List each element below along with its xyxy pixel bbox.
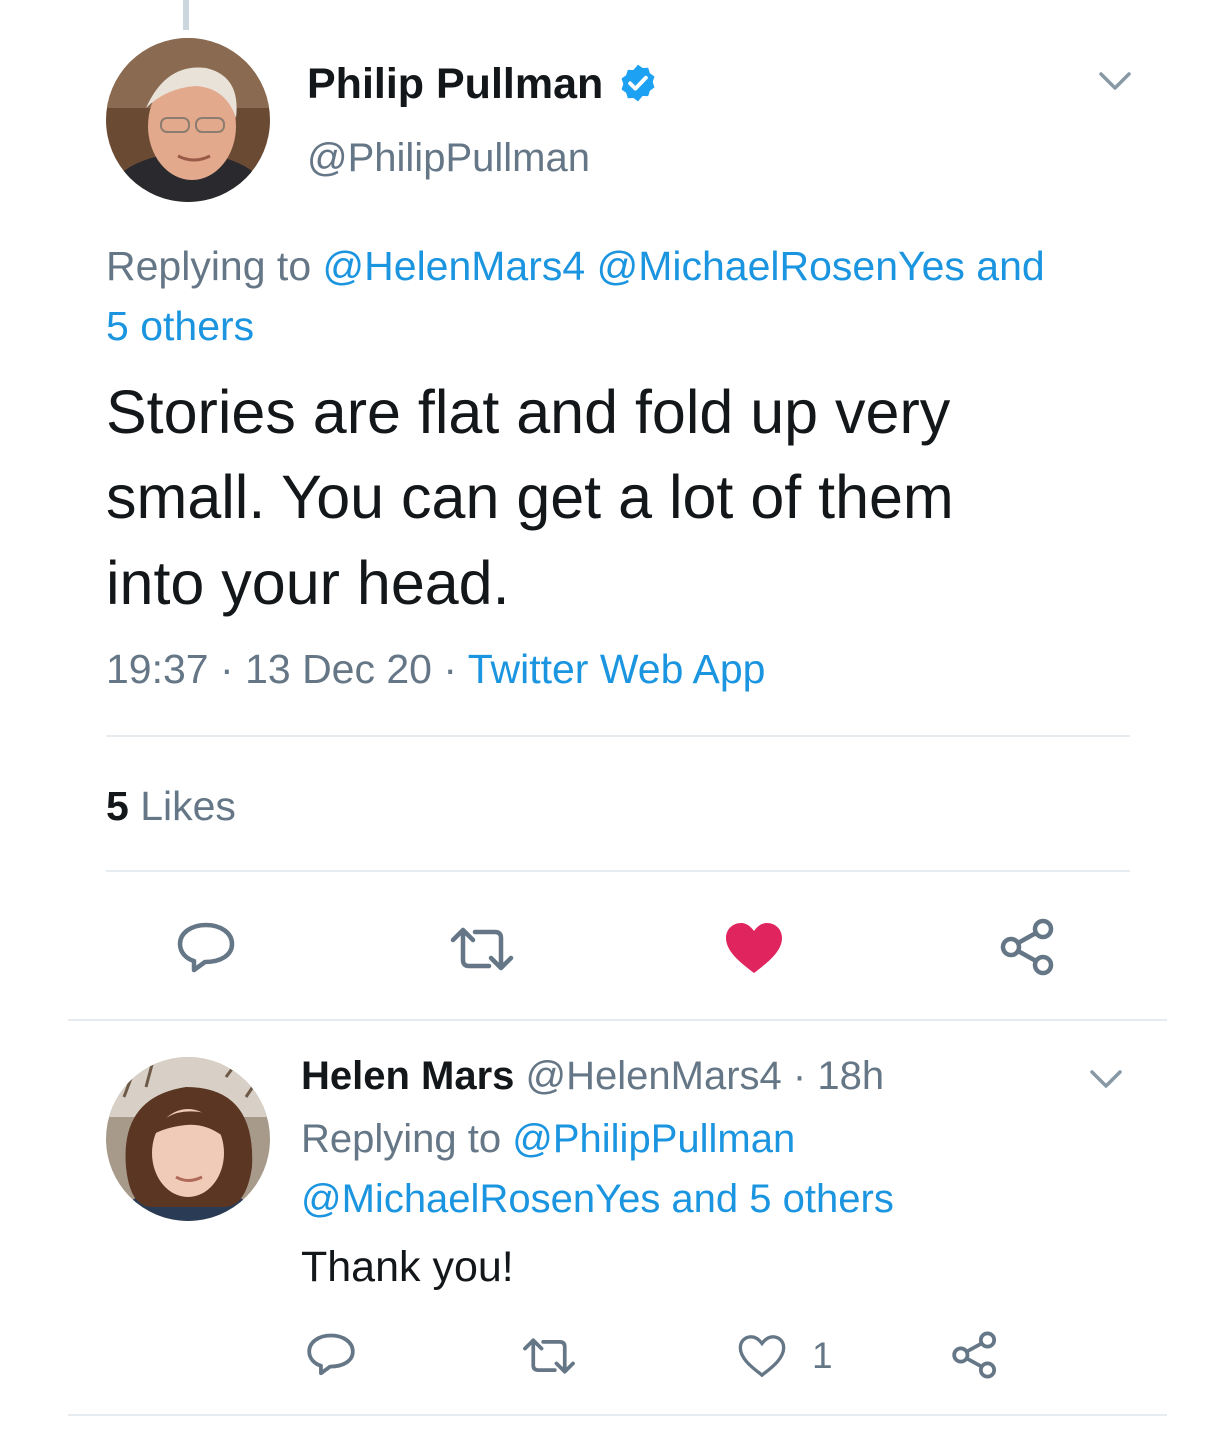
reply-replying-to-line-1: Replying to @PhilipPullman (301, 1117, 795, 1162)
author-name[interactable]: Philip Pullman (307, 60, 603, 109)
likes-label: Likes (140, 783, 236, 829)
replying-to-line-1: Replying to @HelenMars4 @MichaelRosenYes… (106, 243, 1045, 290)
share-icon[interactable] (998, 917, 1058, 977)
tweet-source-link[interactable]: Twitter Web App (468, 646, 766, 692)
replying-users-link[interactable]: @HelenMars4 @MichaelRosenYes and (323, 243, 1045, 289)
reply-header: Helen Mars @HelenMars4 · 18h (301, 1054, 884, 1099)
reply-share-icon[interactable] (950, 1330, 1000, 1380)
reply-replying-user-link[interactable]: @PhilipPullman (512, 1117, 795, 1161)
reply-heart-icon[interactable] (737, 1333, 787, 1379)
replying-others-link[interactable]: 5 others (106, 303, 254, 350)
divider-between-tweets (68, 1019, 1167, 1021)
chevron-down-icon[interactable] (1097, 66, 1133, 94)
reply-handle-time[interactable]: @HelenMars4 · 18h (526, 1054, 885, 1098)
likes-stat[interactable]: 5 Likes (106, 783, 236, 830)
reply-chevron-down-icon[interactable] (1088, 1064, 1124, 1092)
replying-prefix: Replying to (106, 243, 312, 289)
heart-icon[interactable] (724, 921, 784, 975)
reply-text: Thank you! (301, 1243, 514, 1291)
retweet-icon[interactable] (447, 924, 517, 974)
reply-like-count: 1 (812, 1335, 833, 1376)
likes-count: 5 (106, 783, 129, 829)
divider-top (106, 735, 1130, 737)
thread-connector-line (183, 0, 189, 30)
tweet-text-line-3: into your head. (106, 549, 510, 617)
meta-separator-2: · (443, 646, 458, 692)
reply-retweet-icon[interactable] (520, 1335, 578, 1377)
reply-icon[interactable] (175, 919, 237, 975)
reply-replying-others-link[interactable]: @MichaelRosenYes and 5 others (301, 1177, 894, 1222)
avatar-helen-mars[interactable] (106, 1057, 270, 1221)
tweet-date[interactable]: 13 Dec 20 (245, 646, 432, 692)
tweet-text-line-1: Stories are flat and fold up very (106, 378, 951, 446)
reply-reply-icon[interactable] (305, 1330, 357, 1378)
tweet-time: 19:37 (106, 646, 209, 692)
author-handle[interactable]: @PhilipPullman (307, 136, 590, 181)
divider-bottom (68, 1414, 1167, 1416)
tweet-text-line-2: small. You can get a lot of them (106, 463, 954, 531)
avatar-philip-pullman[interactable] (106, 38, 270, 202)
meta-separator: · (220, 646, 234, 692)
reply-author-name[interactable]: Helen Mars (301, 1054, 514, 1098)
verified-badge-icon (621, 64, 655, 102)
tweet-meta: 19:37 · 13 Dec 20 · Twitter Web App (106, 646, 765, 693)
divider-mid (106, 870, 1130, 872)
reply-replying-prefix: Replying to (301, 1117, 502, 1161)
